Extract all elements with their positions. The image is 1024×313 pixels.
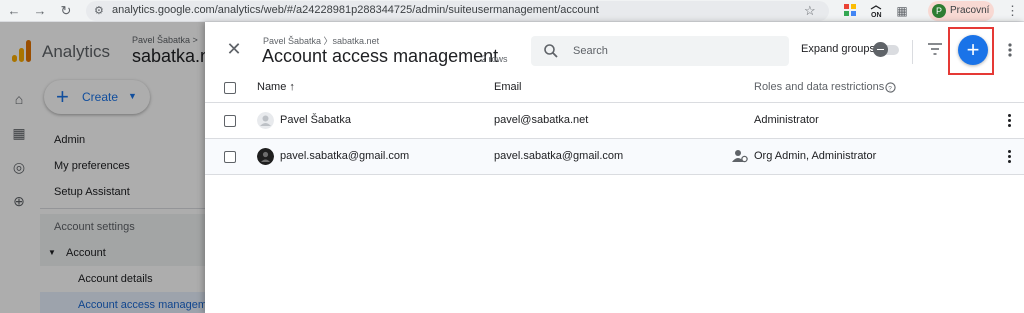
reload-icon[interactable]: ↻ <box>58 3 74 19</box>
back-arrow-icon[interactable]: ← <box>6 3 22 19</box>
table-row[interactable]: Pavel Šabatka pavel@sabatka.net Administ… <box>205 103 1024 138</box>
user-name: Pavel Šabatka <box>280 114 351 126</box>
row-divider <box>205 174 1024 175</box>
access-management-panel: ✕ Pavel Šabatka 〉sabatka.net Account acc… <box>205 22 1024 313</box>
toolbar-divider <box>912 40 913 64</box>
user-avatar-icon <box>257 112 274 129</box>
row-menu-icon[interactable] <box>1006 150 1012 164</box>
browser-menu-icon[interactable]: ⋮ <box>1006 3 1019 19</box>
extension-on-icon[interactable]: ON <box>868 3 884 19</box>
site-info-icon[interactable]: ⚙ <box>94 4 104 17</box>
extension-pinwheel-icon[interactable] <box>842 3 858 19</box>
profile-label: Pracovní <box>950 5 990 16</box>
address-url: analytics.google.com/analytics/web/#/a24… <box>112 4 599 16</box>
page-title: Account access management <box>262 46 499 66</box>
search-input[interactable]: Search <box>531 36 789 66</box>
address-bar[interactable]: ⚙ analytics.google.com/analytics/web/#/a… <box>86 1 829 21</box>
user-roles: Org Admin, Administrator <box>754 150 877 162</box>
profile-chip[interactable]: P Pracovní <box>928 1 994 21</box>
search-icon <box>544 44 558 58</box>
user-roles: Administrator <box>754 114 819 126</box>
extension-on-badge: ON <box>871 12 882 19</box>
expand-groups-label: Expand groups <box>801 43 875 55</box>
expand-groups-toggle[interactable] <box>873 42 901 57</box>
more-options-icon[interactable] <box>1005 42 1015 58</box>
modal-scrim[interactable] <box>0 22 205 313</box>
user-avatar-icon <box>257 148 274 165</box>
column-header-roles: Roles and data restrictions <box>754 81 885 93</box>
row-menu-icon[interactable] <box>1006 114 1012 128</box>
user-group-admin-icon <box>732 150 748 163</box>
user-name: pavel.sabatka@gmail.com <box>280 150 410 162</box>
row-count: 2 rows <box>481 54 508 64</box>
forward-arrow-icon[interactable]: → <box>32 3 48 19</box>
column-header-name[interactable]: Name ↑ <box>257 81 295 93</box>
search-placeholder: Search <box>573 45 608 57</box>
row-checkbox[interactable] <box>224 151 236 163</box>
svg-text:?: ? <box>888 85 892 92</box>
table-row[interactable]: pavel.sabatka@gmail.com pavel.sabatka@gm… <box>205 139 1024 174</box>
user-email: pavel@sabatka.net <box>494 114 589 126</box>
extensions-puzzle-icon[interactable]: ▦ <box>894 3 910 19</box>
select-all-checkbox[interactable] <box>224 82 236 94</box>
add-user-button[interactable]: + <box>958 35 988 65</box>
user-email: pavel.sabatka@gmail.com <box>494 150 624 162</box>
bookmark-star-icon[interactable]: ☆ <box>804 3 816 19</box>
close-icon[interactable]: ✕ <box>225 40 243 58</box>
browser-toolbar: ← → ↻ ⚙ analytics.google.com/analytics/w… <box>0 0 1024 22</box>
profile-avatar: P <box>932 4 946 18</box>
column-header-email: Email <box>494 81 522 93</box>
help-icon[interactable]: ? <box>885 82 896 93</box>
row-checkbox[interactable] <box>224 115 236 127</box>
filter-icon[interactable] <box>927 42 943 56</box>
